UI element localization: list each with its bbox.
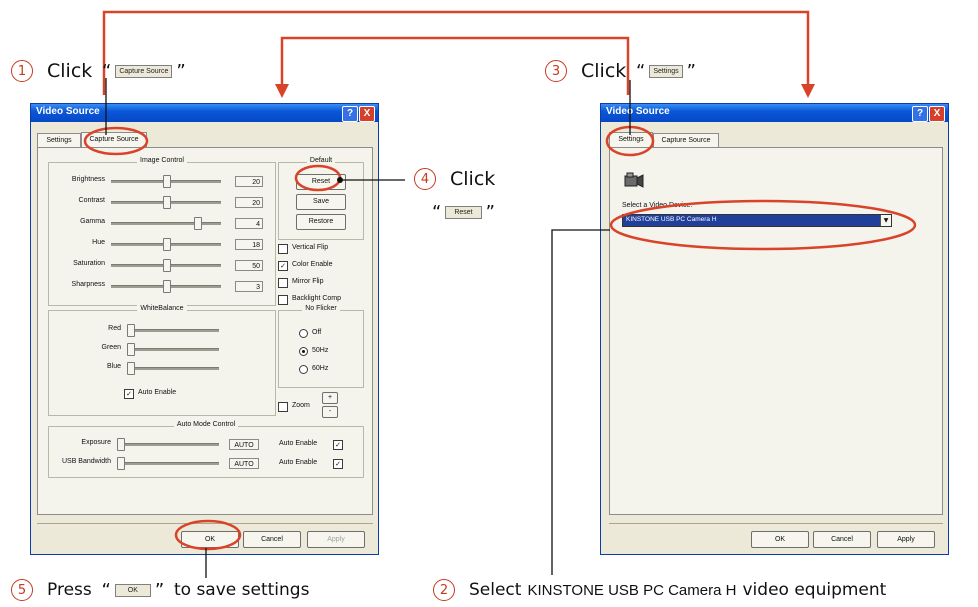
step-1-verb: Click (47, 60, 93, 82)
pointer-line-step2 (551, 229, 610, 575)
step-3-label: 3 Click “ Settings ” (545, 60, 700, 82)
ok-button-highlight (174, 519, 242, 551)
step-4-button-line: “ Reset ” (432, 202, 495, 223)
step-1-number: 1 (11, 60, 33, 82)
step-1-label: 1 Click “ Capture Source ” (11, 60, 190, 82)
step-5-button-sample: OK (114, 583, 151, 597)
step-3-button-sample: Settings (649, 64, 683, 78)
step-2-label: 2 Select KINSTONE USB PC Camera H video … (433, 579, 886, 601)
step-2-device: KINSTONE USB PC Camera H (527, 581, 737, 599)
arrowhead-left (275, 84, 289, 98)
step-2-text-after: video equipment (742, 580, 887, 600)
step-3-verb: Click (581, 60, 627, 82)
step-3-number: 3 (545, 60, 567, 82)
device-select-highlight (609, 199, 917, 251)
capture-source-tab-highlight (83, 126, 149, 156)
step-5-text: to save settings (173, 580, 310, 600)
step-2-text-before: Select (469, 580, 522, 600)
step-5-number: 5 (11, 579, 33, 601)
step-4-label: 4 Click (414, 168, 495, 190)
step-1-button-sample: Capture Source (115, 64, 173, 78)
callout-line-step1 (102, 10, 810, 95)
step-4-number: 4 (414, 168, 436, 190)
step-4-button-sample: Reset (445, 206, 482, 219)
step-5-label: 5 Press “ OK ” to save settings (11, 579, 309, 601)
arrowhead-right (801, 84, 815, 98)
step-2-number: 2 (433, 579, 455, 601)
step-5-verb: Press (47, 580, 92, 600)
step-4-verb: Click (450, 168, 496, 190)
callout-overlay (83, 10, 917, 578)
reset-button-highlight (294, 164, 342, 192)
